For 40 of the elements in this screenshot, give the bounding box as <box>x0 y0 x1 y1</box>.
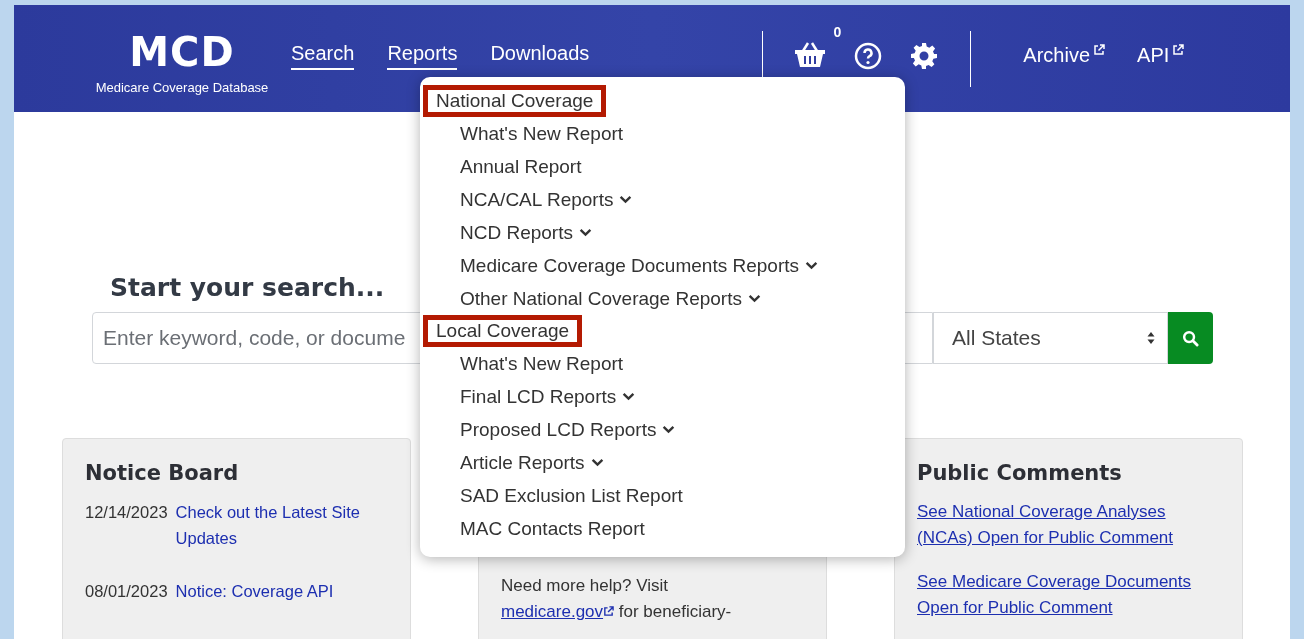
state-select[interactable]: All States <box>933 312 1168 364</box>
menu-item[interactable]: SAD Exclusion List Report <box>460 479 683 512</box>
cart-count: 0 <box>833 23 842 40</box>
search-heading: Start your search... <box>110 273 385 302</box>
help-text: Need more help? Visit medicare.gov for beneficiary- <box>501 575 733 623</box>
menu-item[interactable]: Annual Report <box>460 150 582 183</box>
external-link-icon <box>603 606 615 617</box>
menu-group-heading: National Coverage <box>423 85 607 117</box>
menu-item[interactable]: Other National Coverage Reports <box>460 282 761 315</box>
sort-arrows-icon <box>1147 331 1155 345</box>
menu-item[interactable]: Article Reports <box>460 446 604 479</box>
nav-link[interactable]: Search <box>291 41 355 70</box>
settings-icon[interactable] <box>910 41 939 70</box>
search-icon <box>1182 329 1199 347</box>
medicare-link[interactable]: medicare.gov <box>501 602 615 621</box>
menu-item[interactable]: Proposed LCD Reports <box>460 413 676 446</box>
menu-item[interactable]: NCD Reports <box>460 216 592 249</box>
notice-date: 12/14/2023 <box>85 502 168 523</box>
menu-item[interactable]: What's New Report <box>460 347 624 380</box>
menu-item[interactable]: Medicare Coverage Documents Reports <box>460 249 818 282</box>
search-button[interactable] <box>1168 312 1213 364</box>
notice-link[interactable]: Notice: Coverage API <box>175 578 334 604</box>
notice-date: 08/01/2023 <box>85 581 168 602</box>
header-link[interactable]: API <box>1137 44 1185 67</box>
public-comment-link[interactable]: See Medicare Coverage Documents Open for Public Comment <box>917 569 1220 621</box>
header-link[interactable]: Archive <box>1023 44 1106 67</box>
menu-item[interactable]: What's New Report <box>460 117 624 150</box>
card-title: Public Comments <box>917 461 1123 485</box>
logo-subtitle: Medicare Coverage Database <box>95 80 269 95</box>
notice-link[interactable]: Check out the Latest Site Updates <box>175 499 388 551</box>
menu-item[interactable]: MAC Contacts Report <box>460 512 645 545</box>
nav-link[interactable]: Reports <box>387 41 458 70</box>
card-title: Notice Board <box>85 461 240 485</box>
public-comment-link[interactable]: See National Coverage Analyses (NCAs) Open for Public Comment <box>917 499 1220 551</box>
menu-group-heading: Local Coverage <box>423 315 583 347</box>
menu-item[interactable]: NCA/CAL Reports <box>460 183 633 216</box>
logo[interactable]: MCD <box>129 30 235 74</box>
menu-item[interactable]: Final LCD Reports <box>460 380 636 413</box>
help-icon[interactable] <box>854 41 883 70</box>
nav-link[interactable]: Downloads <box>490 41 590 70</box>
